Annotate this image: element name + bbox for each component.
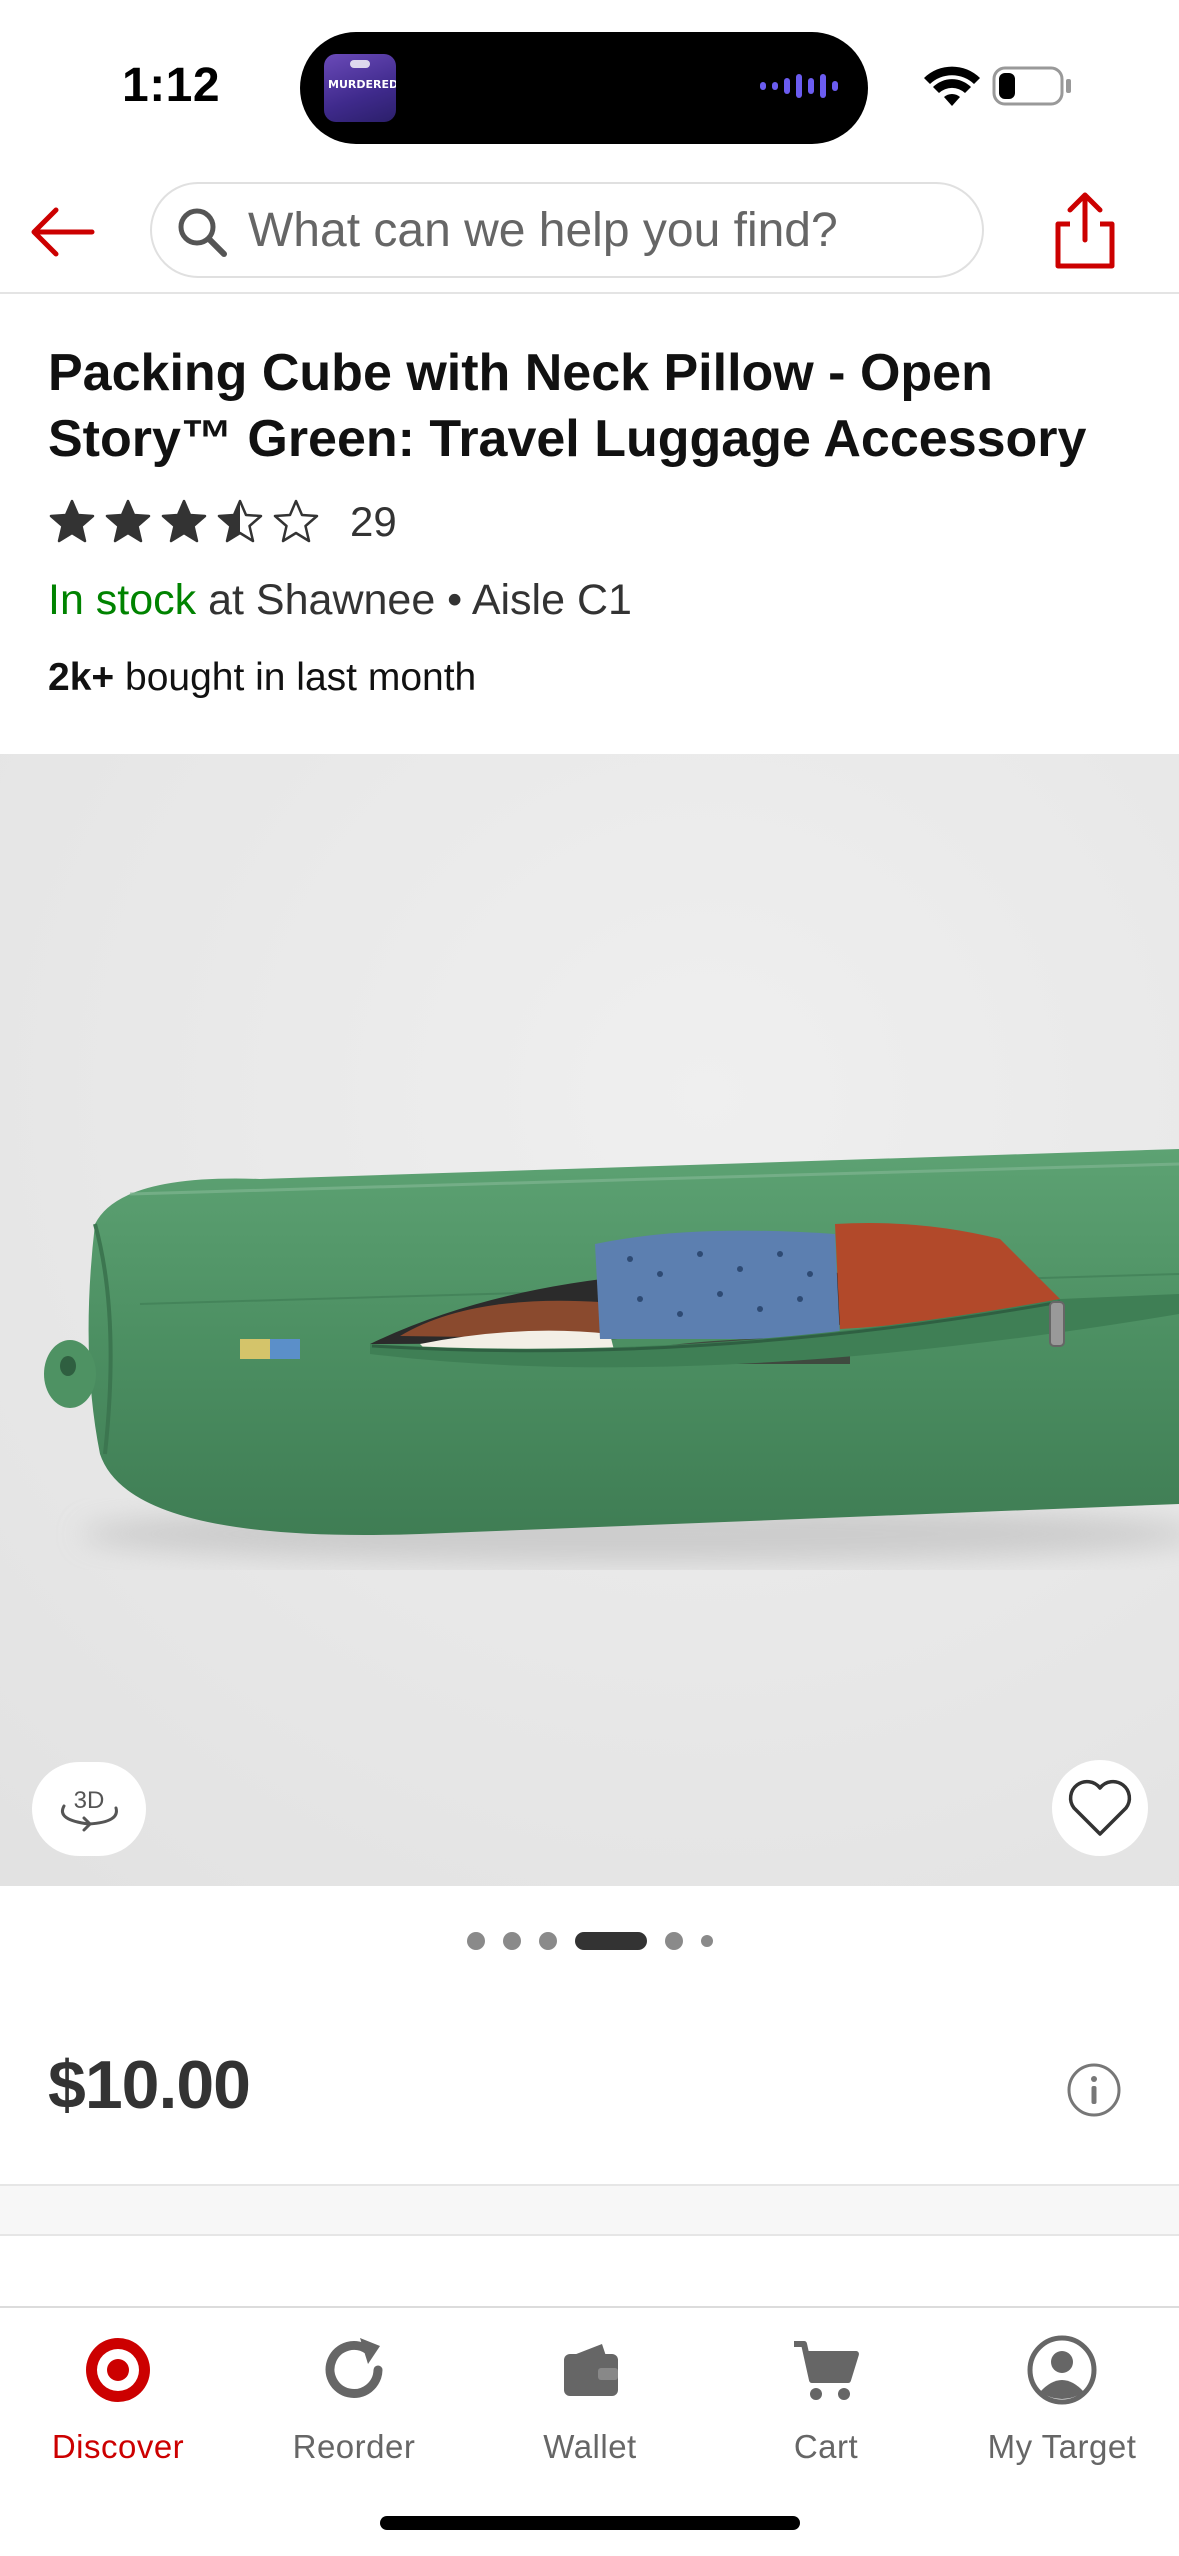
star-full-icon [49,499,95,543]
home-indicator [380,2516,800,2530]
carousel-dot[interactable] [502,1932,521,1950]
battery-icon [992,66,1071,106]
nav-label: Cart [793,2428,859,2465]
carousel-dot[interactable] [466,1932,485,1950]
section-divider [0,2184,1179,2236]
info-icon[interactable] [1066,2062,1122,2118]
nav-label: My Target [987,2428,1137,2465]
nav-wallet[interactable]: Wallet [472,2332,708,2466]
search-input[interactable] [248,184,968,276]
bought-count: 2k+ [48,656,115,699]
search-icon [178,208,227,257]
header [0,170,1179,294]
nav-reorder[interactable]: Reorder [236,2332,472,2466]
nav-label: Discover [51,2428,185,2465]
carousel-dot[interactable] [700,1935,713,1947]
stock-info[interactable]: In stock at Shawnee • Aisle C1 [48,576,632,625]
nav-label: Reorder [292,2428,416,2465]
wifi-icon [924,66,980,106]
carousel-dot[interactable] [538,1932,557,1950]
account-icon [1027,2335,1097,2405]
nav-my-target[interactable]: My Target [944,2332,1179,2466]
search-bar[interactable] [150,182,984,278]
star-rating [48,498,320,546]
view-3d-button[interactable]: 3D [32,1762,146,1856]
carousel-dot-active[interactable] [574,1932,647,1950]
now-playing-artwork-text: MURDERED: [328,78,396,91]
star-full-icon [105,499,151,543]
bought-info: 2k+ bought in last month [48,656,476,700]
wallet-icon [564,2344,618,2396]
favorite-button[interactable] [1052,1760,1148,1856]
reorder-icon [325,2338,383,2398]
rotate-3d-icon: 3D [61,1787,118,1832]
nav-cart[interactable]: Cart [708,2332,944,2466]
star-empty-icon [273,499,319,543]
share-icon[interactable] [1040,186,1130,276]
status-bar: 1:12 MURDERED: [0,0,1179,170]
carousel-dot[interactable] [664,1932,683,1950]
stock-location: at Shawnee • Aisle C1 [208,576,632,624]
nav-discover[interactable]: Discover [0,2332,236,2466]
product-image[interactable] [0,754,1179,1886]
target-logo-icon [86,2338,150,2402]
product-title: Packing Cube with Neck Pillow - Open Sto… [48,344,1087,468]
star-full-icon [161,499,207,543]
now-playing-artwork: MURDERED: [324,54,396,122]
status-time: 1:12 [122,59,221,112]
bought-text: bought in last month [125,656,477,699]
carousel-pagination[interactable] [0,1926,1179,1956]
rating-row[interactable]: 29 [48,492,397,552]
dynamic-island[interactable]: MURDERED: [300,32,868,144]
audio-waveform-icon [760,74,838,98]
product-price: $10.00 [48,2047,251,2123]
rating-count[interactable]: 29 [350,498,397,546]
nav-label: Wallet [543,2428,637,2465]
packing-cube-illustration [0,754,1179,1886]
cart-icon [794,2341,859,2400]
star-half-icon [217,499,263,543]
stock-status: In stock [48,576,197,624]
back-arrow-icon[interactable] [22,192,102,272]
view-3d-label: 3D [74,1787,105,1814]
heart-icon [1068,1779,1132,1836]
